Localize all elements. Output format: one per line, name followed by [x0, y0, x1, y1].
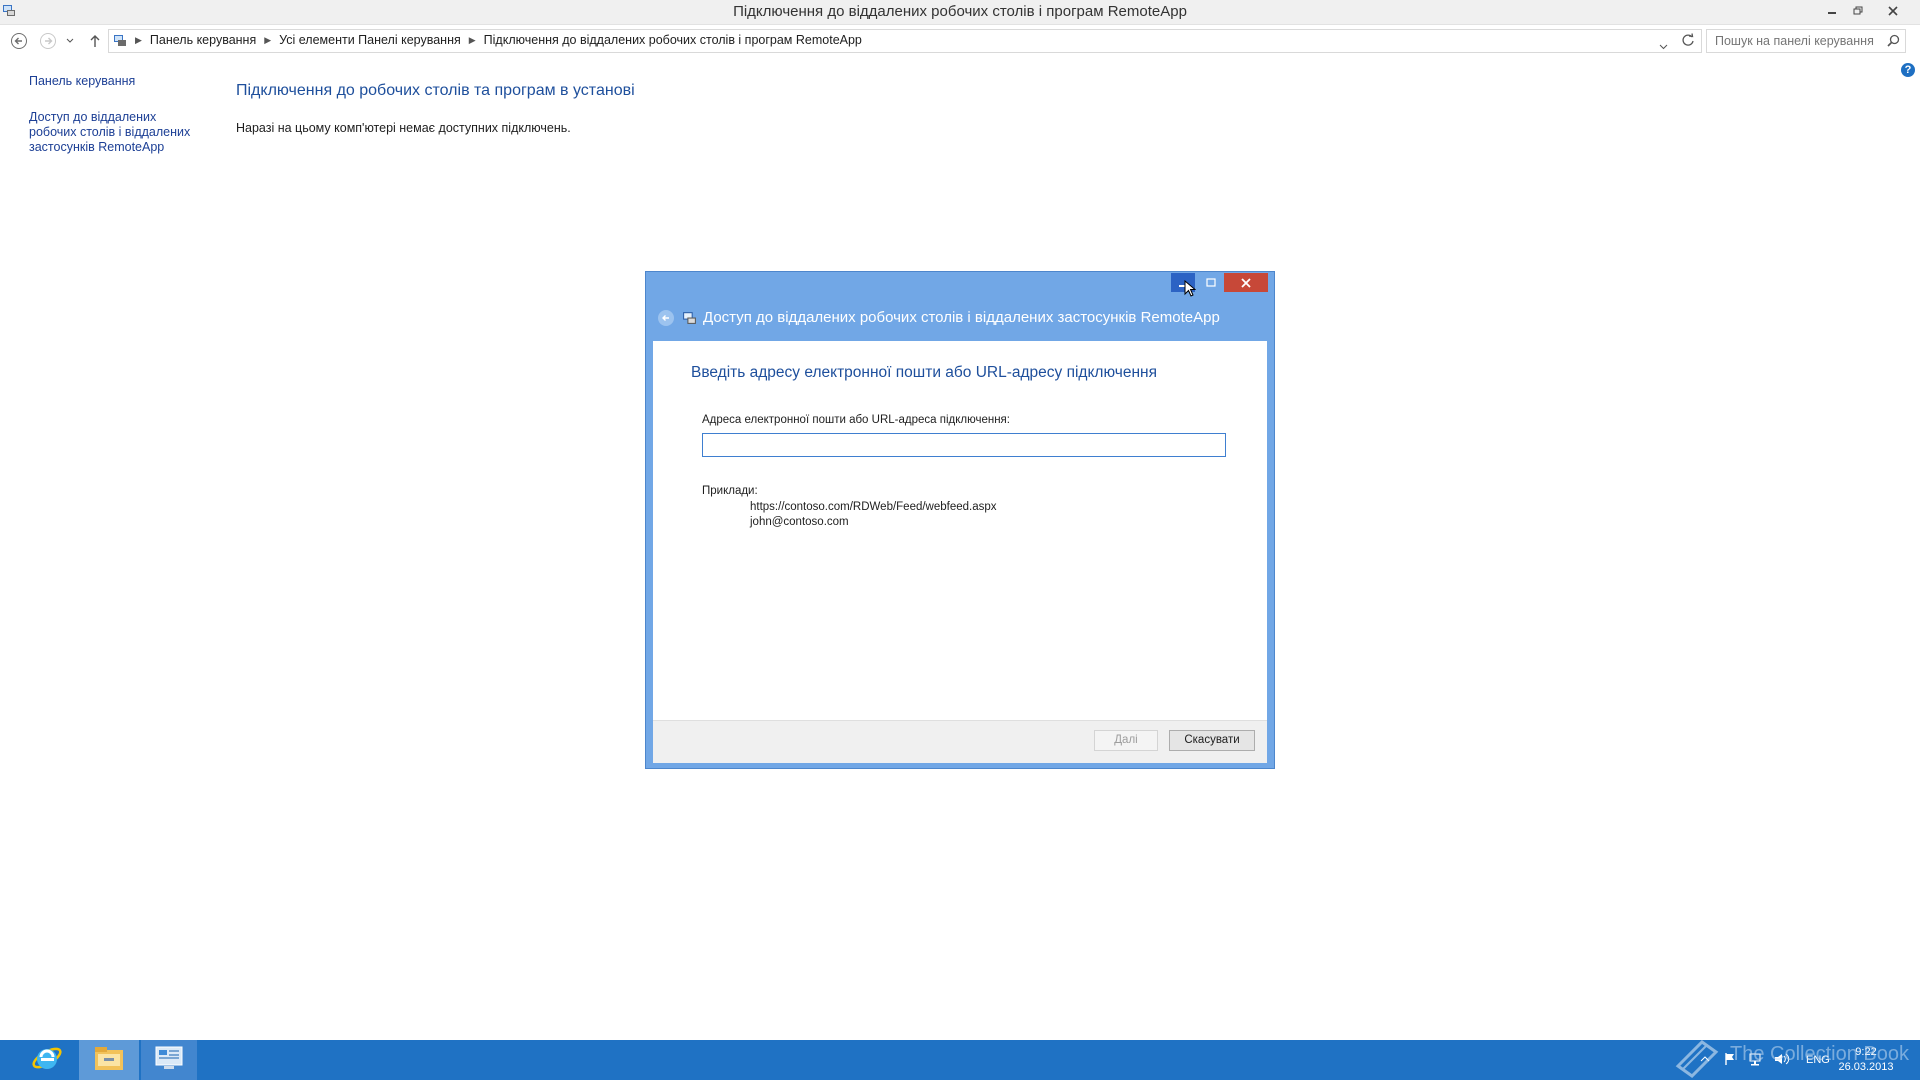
- remoteapp-access-link[interactable]: Доступ до віддалених робочих столів і ві…: [29, 110, 199, 155]
- next-button[interactable]: Далі: [1094, 730, 1158, 751]
- minimize-button[interactable]: [1819, 0, 1845, 22]
- example-url: https://contoso.com/RDWeb/Feed/webfeed.a…: [750, 501, 997, 513]
- taskbar-control-panel[interactable]: [141, 1040, 197, 1080]
- breadcrumb-item[interactable]: Підключення до віддалених робочих столів…: [484, 33, 862, 47]
- remoteapp-wizard-icon: [682, 310, 697, 325]
- mouse-cursor-icon: [1184, 279, 1197, 303]
- dialog-heading: Введіть адресу електронної пошти або URL…: [691, 364, 1157, 381]
- breadcrumb-separator-icon[interactable]: ▶: [264, 35, 271, 46]
- dialog-header: Доступ до віддалених робочих столів і ві…: [658, 309, 1220, 326]
- breadcrumb-item[interactable]: Панель керування: [150, 33, 256, 47]
- examples-label: Приклади:: [702, 485, 758, 497]
- email-or-url-input[interactable]: [702, 433, 1226, 457]
- dialog-close-button[interactable]: [1224, 273, 1268, 292]
- page-title: Підключення до робочих столів та програм…: [236, 82, 635, 99]
- dialog-body: Введіть адресу електронної пошти або URL…: [653, 341, 1267, 763]
- control-panel-location-icon: [113, 33, 127, 47]
- help-icon[interactable]: ?: [1901, 63, 1915, 77]
- file-explorer-icon: [93, 1044, 125, 1077]
- watermark-text: The Collection Book: [1730, 1043, 1909, 1065]
- address-box[interactable]: ▶ Панель керування ▶ Усі елементи Панелі…: [108, 29, 1702, 53]
- up-button[interactable]: [85, 31, 105, 51]
- recent-locations-chevron-icon[interactable]: [63, 31, 77, 51]
- search-box[interactable]: [1706, 29, 1906, 53]
- refresh-icon[interactable]: [1681, 33, 1695, 52]
- no-connections-message: Наразі на цьому комп'ютері немає доступн…: [236, 121, 571, 135]
- breadcrumb-separator-icon[interactable]: ▶: [135, 35, 142, 46]
- example-email: john@contoso.com: [750, 516, 849, 528]
- restore-button[interactable]: [1845, 0, 1871, 22]
- breadcrumb-item[interactable]: Усі елементи Панелі керування: [279, 33, 461, 47]
- back-button[interactable]: [9, 31, 29, 51]
- window-title: Підключення до віддалених робочих столів…: [733, 3, 1187, 20]
- taskbar-internet-explorer[interactable]: [18, 1040, 76, 1080]
- taskbar-file-explorer[interactable]: [79, 1040, 139, 1080]
- forward-button[interactable]: [38, 31, 58, 51]
- watermark-book-icon: [1672, 1036, 1720, 1078]
- dialog-title: Доступ до віддалених робочих столів і ві…: [703, 309, 1220, 326]
- control-panel-home-link[interactable]: Панель керування: [29, 74, 199, 89]
- taskbar: ENG 9:22 26.03.2013: [0, 1040, 1920, 1080]
- close-button[interactable]: [1880, 0, 1906, 22]
- address-toolbar: ▶ Панель керування ▶ Усі елементи Панелі…: [0, 25, 1920, 57]
- cancel-button[interactable]: Скасувати: [1169, 730, 1255, 751]
- window-titlebar: Підключення до віддалених робочих столів…: [0, 0, 1920, 25]
- dialog-footer: Далі Скасувати: [653, 720, 1267, 763]
- search-icon[interactable]: [1887, 34, 1900, 52]
- dialog-back-button[interactable]: [658, 309, 674, 326]
- breadcrumb-separator-icon[interactable]: ▶: [469, 35, 476, 46]
- address-dropdown-chevron-icon[interactable]: [1659, 37, 1668, 55]
- url-field-label: Адреса електронної пошти або URL-адреса …: [702, 414, 1010, 426]
- breadcrumb: ▶ Панель керування ▶ Усі елементи Панелі…: [113, 33, 862, 47]
- control-panel-icon: [154, 1044, 184, 1077]
- search-input[interactable]: [1713, 32, 1877, 50]
- internet-explorer-icon: [31, 1042, 63, 1079]
- left-pane: Панель керування Доступ до віддалених ро…: [29, 74, 199, 155]
- dialog-maximize-button[interactable]: [1199, 273, 1223, 292]
- remoteapp-wizard-dialog: Доступ до віддалених робочих столів і ві…: [645, 271, 1275, 769]
